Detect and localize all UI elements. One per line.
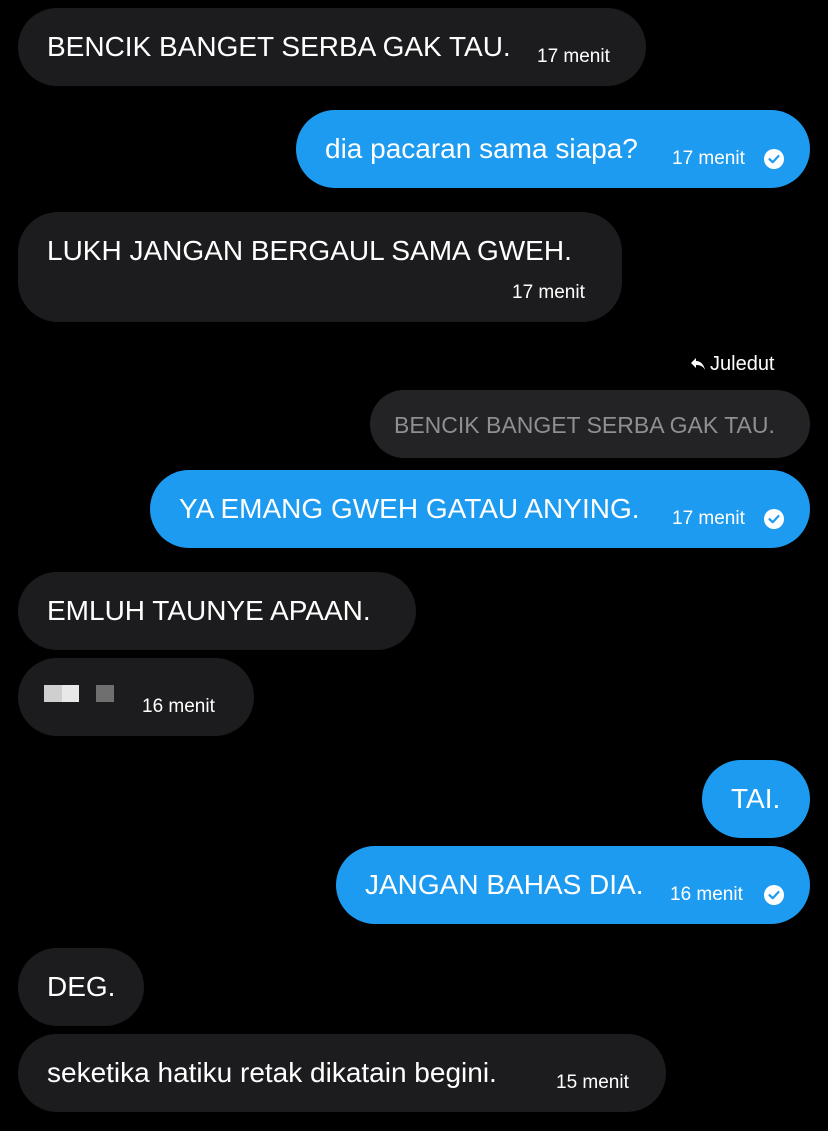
message-text: seketika hatiku retak dikatain begini. bbox=[47, 1057, 497, 1088]
quoted-message[interactable]: BENCIK BANGET SERBA GAK TAU. bbox=[370, 390, 810, 458]
message-time: 15 menit bbox=[556, 1072, 629, 1093]
message-bubble-incoming[interactable]: LUKH JANGAN BERGAUL SAMA GWEH. 17 menit bbox=[18, 212, 622, 322]
message-bubble-incoming[interactable]: BENCIK BANGET SERBA GAK TAU. 17 menit bbox=[18, 8, 646, 86]
message-text: JANGAN BAHAS DIA. bbox=[365, 869, 644, 900]
message-time: 17 menit bbox=[537, 46, 610, 67]
reply-to-name: Juledut bbox=[710, 353, 775, 375]
message-text: TAI. bbox=[731, 783, 781, 814]
message-bubble-incoming[interactable]: seketika hatiku retak dikatain begini. 1… bbox=[18, 1034, 666, 1112]
check-circle-icon bbox=[764, 509, 784, 529]
message-bubble-outgoing[interactable]: TAI. bbox=[702, 760, 810, 838]
message-text: LUKH JANGAN BERGAUL SAMA GWEH. bbox=[47, 235, 572, 266]
message-bubble-outgoing[interactable]: JANGAN BAHAS DIA. 16 menit bbox=[336, 846, 810, 924]
message-text: dia pacaran sama siapa? bbox=[325, 133, 638, 164]
message-text: YA EMANG GWEH GATAU ANYING. bbox=[179, 493, 640, 524]
message-bubble-incoming[interactable]: EMLUH TAUNYE APAAN. bbox=[18, 572, 416, 650]
message-text: BENCIK BANGET SERBA GAK TAU. bbox=[47, 31, 511, 62]
message-bubble-outgoing[interactable]: YA EMANG GWEH GATAU ANYING. 17 menit bbox=[150, 470, 810, 548]
message-time: 17 menit bbox=[512, 282, 585, 303]
message-bubble-outgoing[interactable]: dia pacaran sama siapa? 17 menit bbox=[296, 110, 810, 188]
quoted-text: BENCIK BANGET SERBA GAK TAU. bbox=[394, 412, 775, 438]
check-circle-icon bbox=[764, 885, 784, 905]
reply-arrow-icon bbox=[691, 358, 705, 370]
check-circle-icon bbox=[764, 149, 784, 169]
message-time: 17 menit bbox=[672, 148, 745, 169]
message-text: EMLUH TAUNYE APAAN. bbox=[47, 595, 371, 626]
message-text: DEG. bbox=[47, 971, 116, 1002]
reply-header: Juledut bbox=[690, 352, 775, 376]
message-bubble-incoming[interactable]: 16 menit bbox=[18, 658, 254, 736]
message-time: 17 menit bbox=[672, 508, 745, 529]
message-bubble-incoming[interactable]: DEG. bbox=[18, 948, 144, 1026]
message-time: 16 menit bbox=[670, 884, 743, 905]
message-time: 16 menit bbox=[142, 696, 215, 717]
